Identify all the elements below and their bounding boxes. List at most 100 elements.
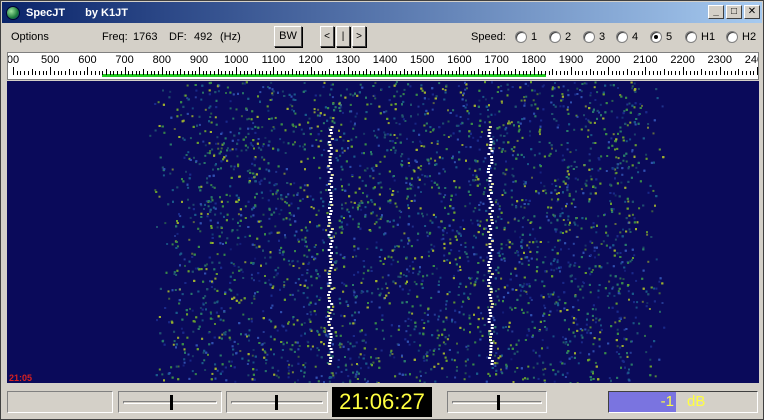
scale-tick: [247, 71, 249, 75]
scale-tick: [269, 71, 271, 75]
scale-tick: [388, 71, 390, 75]
df-unit: (Hz): [220, 31, 241, 43]
scale-tick: [589, 69, 591, 75]
speed-label: Speed:: [471, 31, 506, 43]
scale-tick: [61, 71, 63, 75]
scale-tick: [585, 71, 587, 75]
speed-radio-5-label: 5: [666, 31, 673, 43]
speed-radio-1[interactable]: [515, 31, 527, 43]
scale-tick: [716, 71, 718, 75]
scale-tick: [667, 71, 669, 75]
scale-tick: [251, 71, 253, 75]
scale-tick: [139, 71, 141, 75]
scale-tick: [128, 71, 130, 75]
scale-tick: [559, 71, 561, 75]
bw-button[interactable]: BW: [274, 26, 302, 47]
scale-tick: [626, 69, 628, 75]
scale-tick: [106, 69, 107, 75]
scale-tick: [656, 71, 658, 75]
scale-tick: [280, 71, 282, 75]
speed-radio-3-label: 3: [599, 31, 606, 43]
slider-2[interactable]: [226, 391, 328, 413]
scale-tick: [637, 71, 639, 75]
scale-tick: [425, 71, 427, 75]
scale-tick: [440, 69, 442, 75]
scale-label: 900: [189, 54, 209, 66]
scale-tick: [526, 71, 528, 75]
scale-tick: [91, 71, 93, 75]
scale-tick: [347, 67, 349, 75]
scale-tick: [745, 71, 747, 75]
scale-tick: [418, 71, 420, 75]
scale-tick: [336, 71, 338, 75]
scale-tick: [277, 71, 279, 75]
scale-tick: [619, 71, 621, 75]
scale-tick: [362, 71, 364, 75]
scale-tick: [314, 71, 316, 75]
slider-2-thumb[interactable]: [274, 395, 278, 410]
waterfall-display[interactable]: 21:05: [7, 81, 759, 383]
nav-center-button[interactable]: |: [336, 26, 350, 47]
slider-1-thumb[interactable]: [169, 395, 173, 410]
scale-tick: [87, 67, 89, 75]
speed-radio-3[interactable]: [583, 31, 595, 43]
scale-tick: [611, 71, 613, 75]
scale-tick: [630, 71, 632, 75]
scale-tick: [742, 71, 744, 75]
minimize-button[interactable]: _: [708, 5, 724, 19]
scale-tick: [366, 69, 368, 75]
scale-tick: [708, 71, 710, 75]
app-author: by K1JT: [85, 6, 128, 19]
scale-tick: [146, 71, 148, 75]
globe-icon[interactable]: [6, 5, 20, 20]
speed-radio-h2[interactable]: [726, 31, 738, 43]
scale-tick: [649, 71, 651, 75]
scale-tick: [258, 71, 260, 75]
scale-tick: [437, 71, 439, 75]
scale-tick: [567, 71, 569, 75]
scale-tick: [187, 71, 189, 75]
scale-tick: [385, 67, 386, 75]
nav-left-button[interactable]: <: [320, 26, 334, 47]
speed-radio-4[interactable]: [616, 31, 628, 43]
speed-radio-h2-label: H2: [742, 31, 757, 43]
title-bar[interactable]: SpecJT by K1JT _ □ ✕: [2, 2, 762, 23]
scale-tick: [195, 71, 197, 75]
speed-radio-h1[interactable]: [685, 31, 697, 43]
speed-radio-2[interactable]: [549, 31, 561, 43]
speed-radio-5[interactable]: [650, 31, 662, 43]
scale-tick: [24, 71, 26, 75]
scale-tick: [563, 71, 565, 75]
scale-label: 800: [152, 54, 171, 66]
slider-3[interactable]: [447, 391, 547, 413]
maximize-button[interactable]: □: [726, 5, 742, 19]
scale-tick: [98, 71, 100, 75]
close-button[interactable]: ✕: [744, 5, 760, 19]
scale-label: 700: [115, 54, 134, 66]
scale-tick: [303, 71, 305, 75]
scale-tick: [83, 71, 85, 75]
scale-tick: [515, 69, 517, 75]
speed-radio-2-label: 2: [565, 31, 572, 43]
frequency-scale[interactable]: 00 500 600 700 800 900 1000 1100 1200 1300 1400 150…: [7, 52, 759, 80]
slider-3-thumb[interactable]: [496, 395, 500, 410]
scale-tick: [604, 71, 606, 75]
scale-tick: [682, 67, 684, 75]
waterfall-spectrogram: [149, 81, 666, 383]
scale-tick: [206, 71, 208, 75]
scale-tick: [165, 71, 167, 75]
options-menu[interactable]: Options: [11, 24, 49, 50]
scale-tick: [734, 71, 736, 75]
scale-tick: [299, 71, 301, 75]
speed-radio-1-label: 1: [531, 31, 538, 43]
slider-1[interactable]: [118, 391, 222, 413]
scale-label: 1400: [372, 54, 398, 66]
utc-clock: 21:06:27: [332, 387, 432, 417]
nav-right-button[interactable]: >: [352, 26, 366, 47]
scale-tick: [429, 71, 431, 75]
scale-label: 1200: [298, 54, 323, 66]
scale-tick: [355, 71, 357, 75]
scale-tick: [16, 71, 18, 75]
df-label: DF:: [169, 31, 187, 43]
scale-tick: [719, 67, 721, 75]
